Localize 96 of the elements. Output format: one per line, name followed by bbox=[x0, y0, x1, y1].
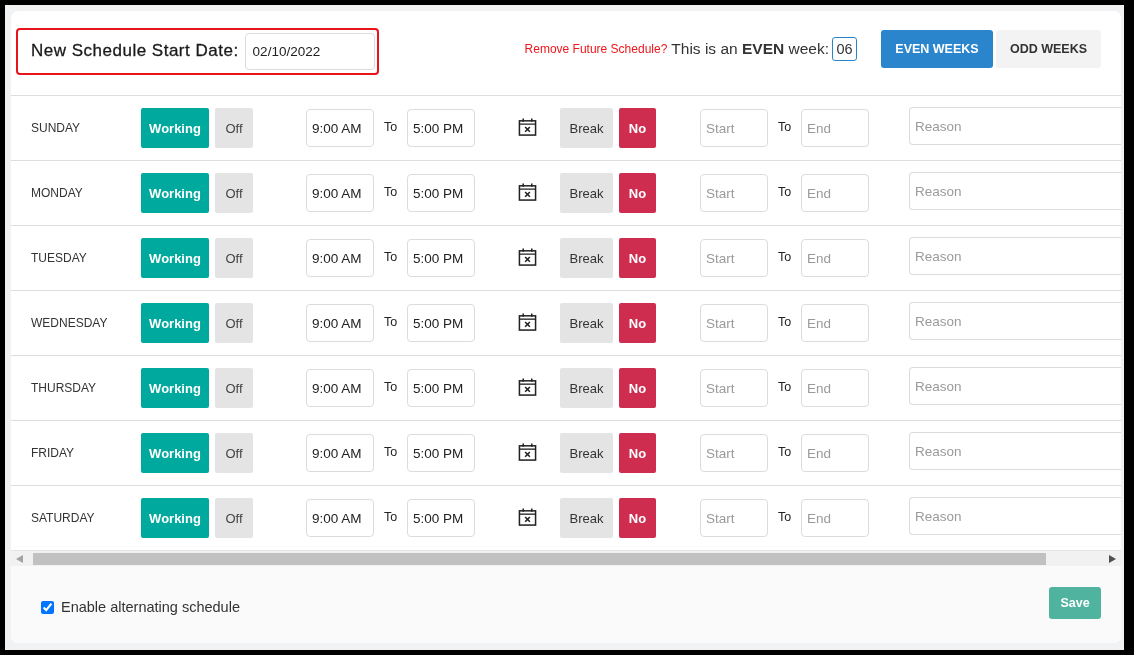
calendar-cross-icon[interactable] bbox=[518, 441, 537, 462]
break-start-field[interactable]: Start bbox=[700, 304, 768, 342]
status-toggle[interactable]: Off bbox=[215, 498, 253, 538]
day-label: THURSDAY bbox=[31, 381, 98, 395]
break-toggle[interactable]: Break bbox=[560, 433, 613, 473]
end-time-field[interactable]: 5:00 PM bbox=[407, 434, 475, 472]
start-time-field[interactable]: 9:00 AM bbox=[306, 304, 374, 342]
break-start-field[interactable]: Start bbox=[700, 369, 768, 407]
break-toggle[interactable]: Break bbox=[560, 498, 613, 538]
status-toggle[interactable]: Off bbox=[215, 173, 253, 213]
break-end-field[interactable]: End bbox=[801, 174, 869, 212]
break-start-field[interactable]: Start bbox=[700, 109, 768, 147]
break-end-field[interactable]: End bbox=[801, 499, 869, 537]
to-label: To bbox=[382, 120, 399, 134]
start-time-field[interactable]: 9:00 AM bbox=[306, 174, 374, 212]
end-time-field[interactable]: 5:00 PM bbox=[407, 369, 475, 407]
day-label: WEDNESDAY bbox=[31, 316, 109, 330]
start-time-field[interactable]: 9:00 AM bbox=[306, 434, 374, 472]
start-date-label: New Schedule Start Date: bbox=[31, 41, 239, 61]
checkbox-label: Enable alternating schedule bbox=[61, 599, 240, 615]
scrollbar-thumb[interactable] bbox=[33, 552, 1046, 565]
break-toggle[interactable]: Break bbox=[560, 238, 613, 278]
calendar-cross-icon[interactable] bbox=[518, 116, 537, 137]
calendar-cross-icon[interactable] bbox=[518, 246, 537, 267]
calendar-cross-icon[interactable] bbox=[518, 506, 537, 527]
to-label: To bbox=[382, 315, 399, 329]
break-toggle[interactable]: No bbox=[619, 173, 656, 213]
to-label: To bbox=[776, 445, 793, 459]
remove-schedule-link[interactable]: Remove Future Schedule? bbox=[524, 42, 668, 56]
reason-field[interactable]: Reason bbox=[909, 367, 1121, 405]
reason-field[interactable]: Reason bbox=[909, 302, 1121, 340]
end-time-field[interactable]: 5:00 PM bbox=[407, 499, 475, 537]
break-toggle[interactable]: No bbox=[619, 303, 656, 343]
start-time-field[interactable]: 9:00 AM bbox=[306, 109, 374, 147]
week-parity-text: This is an EVEN week: bbox=[671, 40, 829, 58]
break-toggle[interactable]: No bbox=[619, 433, 656, 473]
break-toggle[interactable]: No bbox=[619, 368, 656, 408]
day-label: MONDAY bbox=[31, 186, 84, 200]
start-date-field[interactable]: 02/10/2022 bbox=[244, 32, 375, 70]
to-label: To bbox=[776, 120, 793, 134]
break-toggle[interactable]: No bbox=[619, 108, 656, 148]
break-start-field[interactable]: Start bbox=[700, 239, 768, 277]
break-toggle[interactable]: Break bbox=[560, 173, 613, 213]
calendar-cross-icon[interactable] bbox=[518, 376, 537, 397]
day-label: SUNDAY bbox=[31, 121, 82, 135]
reason-field[interactable]: Reason bbox=[909, 237, 1121, 275]
break-start-field[interactable]: Start bbox=[700, 499, 768, 537]
status-toggle[interactable]: Off bbox=[215, 368, 253, 408]
to-label: To bbox=[776, 380, 793, 394]
day-label: TUESDAY bbox=[31, 251, 88, 265]
week-number: 06 bbox=[832, 37, 857, 61]
calendar-cross-icon[interactable] bbox=[518, 311, 537, 332]
start-time-field[interactable]: 9:00 AM bbox=[306, 499, 374, 537]
reason-field[interactable]: Reason bbox=[909, 432, 1121, 470]
break-toggle[interactable]: No bbox=[619, 498, 656, 538]
checkbox[interactable] bbox=[41, 600, 54, 614]
calendar-cross-icon[interactable] bbox=[518, 181, 537, 202]
to-label: To bbox=[776, 185, 793, 199]
end-time-field[interactable]: 5:00 PM bbox=[407, 304, 475, 342]
end-time-field[interactable]: 5:00 PM bbox=[407, 174, 475, 212]
to-label: To bbox=[382, 185, 399, 199]
break-start-field[interactable]: Start bbox=[700, 174, 768, 212]
break-end-field[interactable]: End bbox=[801, 369, 869, 407]
arrow-right-icon[interactable] bbox=[1109, 554, 1116, 563]
break-toggle[interactable]: Break bbox=[560, 303, 613, 343]
reason-field[interactable]: Reason bbox=[909, 497, 1121, 535]
status-toggle[interactable]: Off bbox=[215, 433, 253, 473]
status-toggle[interactable]: Off bbox=[215, 108, 253, 148]
break-start-field[interactable]: Start bbox=[700, 434, 768, 472]
status-toggle[interactable]: Off bbox=[215, 238, 253, 278]
day-label: SATURDAY bbox=[31, 511, 96, 525]
break-end-field[interactable]: End bbox=[801, 109, 869, 147]
to-label: To bbox=[382, 250, 399, 264]
to-label: To bbox=[776, 510, 793, 524]
reason-field[interactable]: Reason bbox=[909, 172, 1121, 210]
week-tab[interactable]: EVEN WEEKS bbox=[881, 30, 993, 68]
break-toggle[interactable]: No bbox=[619, 238, 656, 278]
status-toggle[interactable]: Off bbox=[215, 303, 253, 343]
break-toggle[interactable]: Break bbox=[560, 368, 613, 408]
horizontal-scrollbar[interactable] bbox=[11, 550, 1121, 566]
day-label: FRIDAY bbox=[31, 446, 76, 460]
to-label: To bbox=[382, 445, 399, 459]
to-label: To bbox=[776, 315, 793, 329]
break-end-field[interactable]: End bbox=[801, 239, 869, 277]
break-end-field[interactable]: End bbox=[801, 304, 869, 342]
start-time-field[interactable]: 9:00 AM bbox=[306, 239, 374, 277]
reason-field[interactable]: Reason bbox=[909, 107, 1121, 145]
end-time-field[interactable]: 5:00 PM bbox=[407, 239, 475, 277]
break-toggle[interactable]: Break bbox=[560, 108, 613, 148]
week-tab[interactable]: ODD WEEKS bbox=[996, 30, 1101, 68]
to-label: To bbox=[776, 250, 793, 264]
end-time-field[interactable]: 5:00 PM bbox=[407, 109, 475, 147]
break-end-field[interactable]: End bbox=[801, 434, 869, 472]
to-label: To bbox=[382, 510, 399, 524]
start-time-field[interactable]: 9:00 AM bbox=[306, 369, 374, 407]
to-label: To bbox=[382, 380, 399, 394]
